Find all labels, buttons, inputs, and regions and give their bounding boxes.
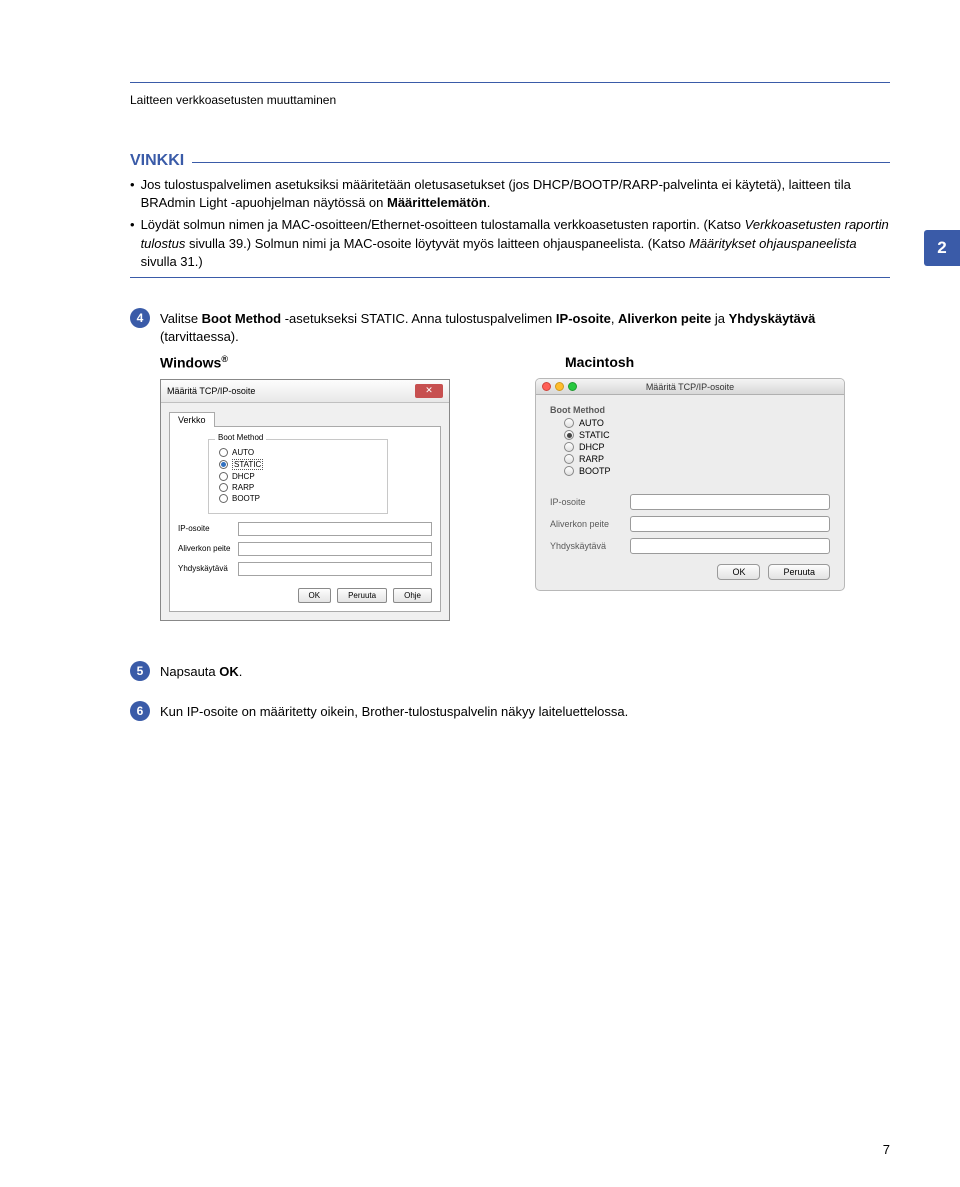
tip-rule-bottom xyxy=(130,277,890,278)
step4-g: ja xyxy=(711,311,728,326)
close-icon[interactable] xyxy=(542,382,551,391)
tip2d: Määritykset ohjauspaneelista xyxy=(689,236,857,251)
step-6-badge: 6 xyxy=(130,701,150,721)
windows-title-text: Määritä TCP/IP-osoite xyxy=(167,386,255,396)
ip-input[interactable] xyxy=(238,522,432,536)
mac-gateway-input[interactable] xyxy=(630,538,830,554)
mac-radio-dhcp[interactable]: DHCP xyxy=(564,442,830,452)
step4-h: Yhdyskäytävä xyxy=(729,311,816,326)
mac-subnet-input[interactable] xyxy=(630,516,830,532)
mac-boot-method-label: Boot Method xyxy=(550,405,830,415)
mac-ip-input[interactable] xyxy=(630,494,830,510)
windows-titlebar: Määritä TCP/IP-osoite ✕ xyxy=(161,380,449,403)
page-number: 7 xyxy=(883,1142,890,1157)
mac-radio-static[interactable]: STATIC xyxy=(564,430,830,440)
ok-button[interactable]: OK xyxy=(298,588,332,603)
bullet-dot: • xyxy=(130,176,135,212)
mac-title-text: Määritä TCP/IP-osoite xyxy=(646,382,734,392)
step4-f: Aliverkon peite xyxy=(618,311,711,326)
radio-auto[interactable]: AUTO xyxy=(219,448,377,457)
windows-label: Windows® xyxy=(160,354,485,371)
radio-rarp[interactable]: RARP xyxy=(219,483,377,492)
tip1-text: Jos tulostuspalvelimen asetuksiksi määri… xyxy=(141,177,851,210)
mac-radio-auto[interactable]: AUTO xyxy=(564,418,830,428)
step4-c: -asetukseksi STATIC. Anna tulostuspalvel… xyxy=(281,311,556,326)
windows-dialog: Määritä TCP/IP-osoite ✕ Verkko Boot Meth… xyxy=(160,379,450,621)
step-5: 5 Napsauta OK. xyxy=(130,661,890,681)
tip1-bold: Määrittelemätön xyxy=(387,195,487,210)
radio-dhcp[interactable]: DHCP xyxy=(219,472,377,481)
tip2e: sivulla 31.) xyxy=(141,254,203,269)
tip-bullet-2: • Löydät solmun nimen ja MAC-osoitteen/E… xyxy=(130,216,890,271)
step-4-badge: 4 xyxy=(130,308,150,328)
step4-e: , xyxy=(611,311,618,326)
tip-block: VINKKI • Jos tulostuspalvelimen asetuksi… xyxy=(130,152,890,278)
windows-column: Windows® Määritä TCP/IP-osoite ✕ Verkko … xyxy=(130,354,485,621)
subnet-label: Aliverkon peite xyxy=(178,544,238,553)
step4-d: IP-osoite xyxy=(556,311,611,326)
step5-a: Napsauta xyxy=(160,664,219,679)
radio-bootp[interactable]: BOOTP xyxy=(219,494,377,503)
minimize-icon[interactable] xyxy=(555,382,564,391)
step-6: 6 Kun IP-osoite on määritetty oikein, Br… xyxy=(130,701,890,721)
close-icon[interactable]: ✕ xyxy=(415,384,443,398)
zoom-icon[interactable] xyxy=(568,382,577,391)
tip2c: sivulla 39.) Solmun nimi ja MAC-osoite l… xyxy=(185,236,689,251)
bullet-dot: • xyxy=(130,216,135,271)
mac-column: Macintosh Määritä TCP/IP-osoite Boot Met… xyxy=(535,354,890,621)
boot-method-group: Boot Method AUTO STATIC DHCP RARP BOOTP xyxy=(208,439,388,514)
gateway-input[interactable] xyxy=(238,562,432,576)
cancel-button[interactable]: Peruuta xyxy=(337,588,387,603)
boot-method-label: Boot Method xyxy=(215,433,266,442)
mac-titlebar: Määritä TCP/IP-osoite xyxy=(536,379,844,395)
step6-text: Kun IP-osoite on määritetty oikein, Brot… xyxy=(160,701,890,721)
mac-radio-rarp[interactable]: RARP xyxy=(564,454,830,464)
tip-rule-top xyxy=(192,162,890,163)
gateway-label: Yhdyskäytävä xyxy=(178,564,238,573)
mac-cancel-button[interactable]: Peruuta xyxy=(768,564,830,580)
step-4: 4 Valitse Boot Method -asetukseksi STATI… xyxy=(130,308,890,346)
header-rule xyxy=(130,82,890,83)
tip2a: Löydät solmun nimen ja MAC-osoitteen/Eth… xyxy=(141,217,745,232)
step4-b: Boot Method xyxy=(202,311,281,326)
help-button[interactable]: Ohje xyxy=(393,588,432,603)
mac-radio-bootp[interactable]: BOOTP xyxy=(564,466,830,476)
windows-tab-network[interactable]: Verkko xyxy=(169,412,215,427)
step4-a: Valitse xyxy=(160,311,202,326)
section-header: Laitteen verkkoasetusten muuttaminen xyxy=(130,93,890,107)
step4-i: (tarvittaessa). xyxy=(160,329,239,344)
mac-subnet-label: Aliverkon peite xyxy=(550,519,630,529)
radio-static[interactable]: STATIC xyxy=(219,459,377,470)
mac-dialog: Määritä TCP/IP-osoite Boot Method AUTO S… xyxy=(535,378,845,591)
ip-label: IP-osoite xyxy=(178,524,238,533)
tip-bullet-1: • Jos tulostuspalvelimen asetuksiksi mää… xyxy=(130,176,890,212)
mac-label: Macintosh xyxy=(565,354,890,370)
tip1-end: . xyxy=(487,195,491,210)
mac-ok-button[interactable]: OK xyxy=(717,564,760,580)
step5-c: . xyxy=(239,664,243,679)
subnet-input[interactable] xyxy=(238,542,432,556)
step5-b: OK xyxy=(219,664,239,679)
step-5-badge: 5 xyxy=(130,661,150,681)
tip-title: VINKKI xyxy=(130,152,192,170)
mac-ip-label: IP-osoite xyxy=(550,497,630,507)
mac-gateway-label: Yhdyskäytävä xyxy=(550,541,630,551)
